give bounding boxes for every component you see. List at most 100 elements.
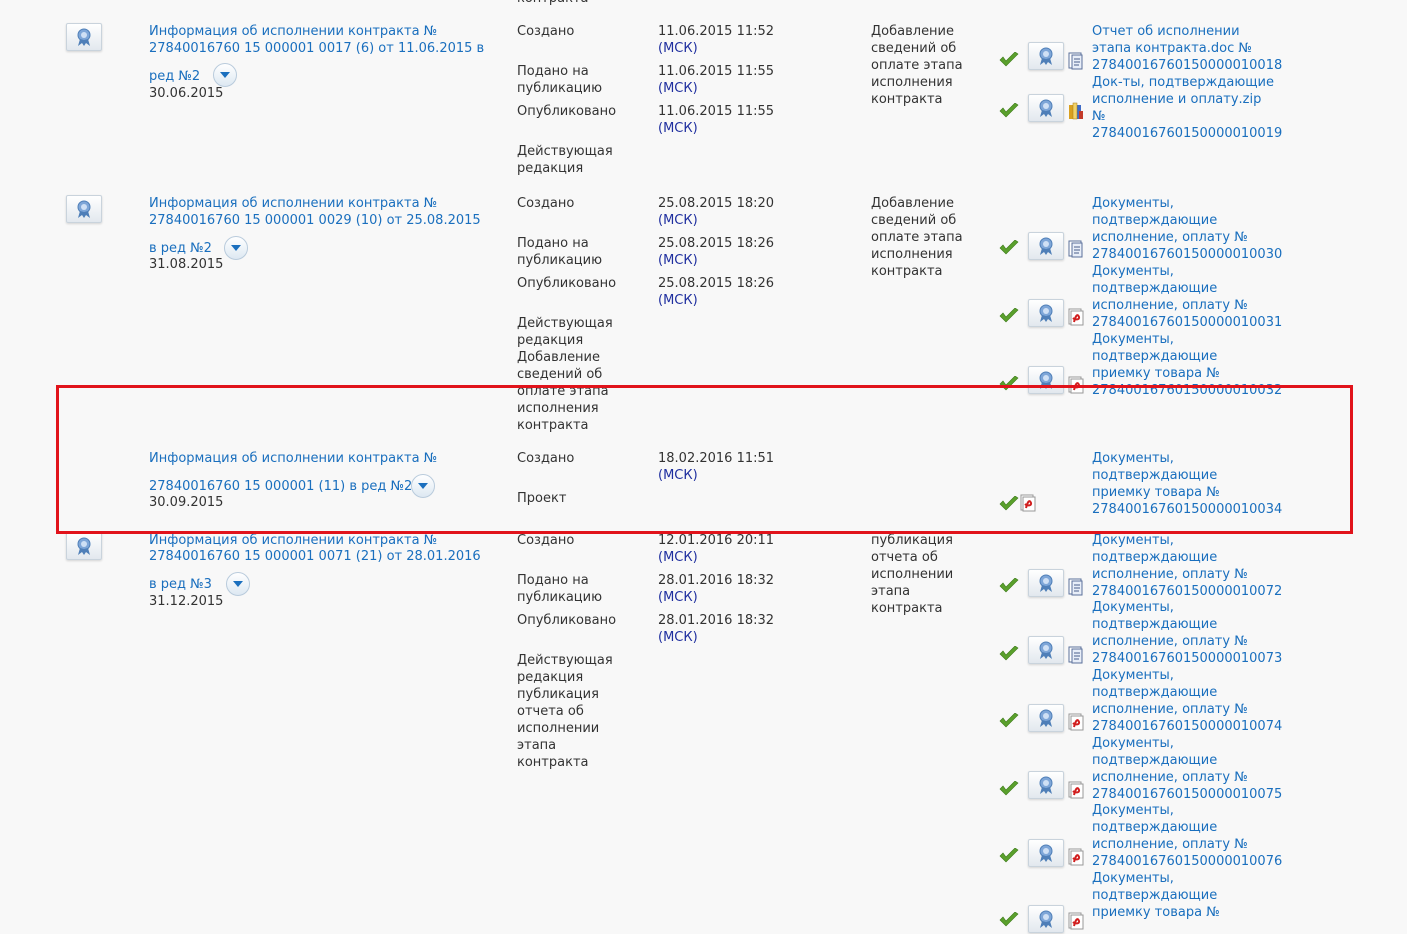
chevron-down-icon[interactable]	[226, 572, 250, 596]
status-label: Действующая редакция Добавление сведений…	[517, 316, 613, 433]
check-icon	[999, 51, 1019, 68]
status-time: 11.06.2015 11:52	[658, 24, 775, 39]
check-icon	[999, 102, 1019, 119]
signature-certificate-icon[interactable]	[1028, 905, 1064, 933]
certificate-icon[interactable]	[66, 23, 102, 51]
doc-icon[interactable]	[1068, 240, 1084, 258]
record-title-link[interactable]: 27840016760 15 000001 (11) в ред №2	[149, 478, 412, 495]
status-time: 11.06.2015 11:55	[658, 104, 775, 119]
document-link[interactable]: Документы, подтверждающие исполнение, оп…	[1092, 263, 1282, 331]
record-title-link[interactable]: 27840016760 15 000001 0029 (10) от 25.08…	[149, 212, 481, 229]
status-time: 28.01.2016 18:32	[658, 613, 775, 628]
revision-link[interactable]: ред №2	[149, 68, 200, 85]
record-title-link[interactable]: Информация об исполнении контракта №	[149, 450, 437, 467]
record-title-link[interactable]: 27840016760 15 000001 0017 (6) от 11.06.…	[149, 40, 484, 57]
check-icon	[999, 577, 1019, 594]
record-title-link[interactable]: Информация об исполнении контракта №	[149, 195, 437, 212]
doc-icon[interactable]	[1068, 578, 1084, 596]
revision-link[interactable]: в ред №2	[149, 240, 212, 257]
status-label: Проект	[517, 491, 567, 506]
document-link[interactable]: Док-ты, подтверждающие исполнение и опла…	[1092, 74, 1282, 142]
status-time: 28.01.2016 18:32	[658, 573, 775, 588]
pdf-icon[interactable]	[1068, 376, 1084, 394]
record-title-link[interactable]: Информация об исполнении контракта №	[149, 23, 437, 40]
signature-certificate-icon[interactable]	[1028, 42, 1064, 70]
signature-certificate-icon[interactable]	[1028, 839, 1064, 867]
status-time: 11.06.2015 11:55	[658, 64, 775, 79]
document-link[interactable]: Документы, подтверждающие исполнение, оп…	[1092, 532, 1282, 600]
timezone-label: (МСК)	[658, 253, 698, 268]
status-time: 25.08.2015 18:26	[658, 236, 775, 251]
check-icon	[999, 847, 1019, 864]
timezone-label: (МСК)	[658, 550, 698, 565]
record-title-link[interactable]: 27840016760 15 000001 0071 (21) от 28.01…	[149, 548, 481, 565]
status-time: 25.08.2015 18:26	[658, 276, 775, 291]
signature-certificate-icon[interactable]	[1028, 771, 1064, 799]
chevron-down-icon[interactable]	[213, 63, 237, 87]
status-label: Создано	[517, 196, 575, 211]
signature-certificate-icon[interactable]	[1028, 569, 1064, 597]
check-icon	[999, 375, 1019, 392]
change-reason: Добавление сведений об оплате этапа испо…	[871, 24, 963, 107]
document-link[interactable]: Документы, подтверждающие исполнение, оп…	[1092, 195, 1282, 263]
document-link[interactable]: Документы, подтверждающие приемку товара…	[1092, 870, 1274, 921]
doc-icon[interactable]	[1068, 52, 1084, 70]
archive-icon[interactable]	[1068, 102, 1084, 120]
check-icon	[999, 911, 1019, 928]
timezone-label: (МСК)	[658, 41, 698, 56]
status-label: Создано	[517, 24, 575, 39]
pdf-icon[interactable]	[1068, 713, 1084, 731]
check-icon	[999, 712, 1019, 729]
status-label: Действующая редакция публикация отчета о…	[517, 653, 613, 770]
document-link[interactable]: Документы, подтверждающие исполнение, оп…	[1092, 802, 1282, 870]
check-icon	[999, 307, 1019, 324]
check-icon	[999, 645, 1019, 662]
document-link[interactable]: Отчет об исполнении этапа контракта.doc …	[1092, 23, 1282, 74]
signature-certificate-icon[interactable]	[1028, 94, 1064, 122]
status-label: Подано на публикацию	[517, 573, 603, 605]
signature-certificate-icon[interactable]	[1028, 366, 1064, 394]
record-date: 30.09.2015	[149, 495, 224, 510]
status-label: Подано на публикацию	[517, 64, 603, 96]
document-link[interactable]: Документы, подтверждающие приемку товара…	[1092, 331, 1282, 399]
status-label: Опубликовано	[517, 613, 617, 628]
chevron-down-icon[interactable]	[411, 474, 435, 498]
document-link[interactable]: Документы, подтверждающие исполнение, оп…	[1092, 735, 1282, 803]
signature-certificate-icon[interactable]	[1028, 232, 1064, 260]
timezone-label: (МСК)	[658, 121, 698, 136]
status-time: 25.08.2015 18:20	[658, 196, 775, 211]
timezone-label: (МСК)	[658, 293, 698, 308]
status-time: 12.01.2016 20:11	[658, 533, 775, 548]
signature-certificate-icon[interactable]	[1028, 636, 1064, 664]
document-link[interactable]: Документы, подтверждающие исполнение, оп…	[1092, 667, 1282, 735]
doc-icon[interactable]	[1068, 646, 1084, 664]
check-icon	[999, 239, 1019, 256]
status-label: Создано	[517, 533, 575, 548]
change-reason: публикация отчета об исполнении этапа ко…	[871, 533, 954, 616]
check-icon	[999, 780, 1019, 797]
chevron-down-icon[interactable]	[224, 236, 248, 260]
status-label: Создано	[517, 451, 575, 466]
pdf-icon[interactable]	[1068, 308, 1084, 326]
timezone-label: (МСК)	[658, 81, 698, 96]
check-icon	[999, 495, 1019, 512]
record-date: 31.12.2015	[149, 594, 224, 609]
signature-certificate-icon[interactable]	[1028, 704, 1064, 732]
certificate-icon[interactable]	[66, 195, 102, 223]
status-time: 18.02.2016 11:51	[658, 451, 775, 466]
certificate-icon[interactable]	[66, 532, 102, 560]
pdf-icon[interactable]	[1068, 912, 1084, 930]
top-fragment-text: контракта	[517, 0, 589, 7]
timezone-label: (МСК)	[658, 590, 698, 605]
document-link[interactable]: Документы, подтверждающие приемку товара…	[1092, 450, 1282, 518]
revision-link[interactable]: в ред №3	[149, 576, 212, 593]
record-title-link[interactable]: Информация об исполнении контракта №	[149, 532, 437, 549]
document-link[interactable]: Документы, подтверждающие исполнение, оп…	[1092, 599, 1282, 667]
pdf-icon[interactable]	[1068, 781, 1084, 799]
status-label: Действующая редакция	[517, 144, 613, 176]
change-reason: Добавление сведений об оплате этапа испо…	[871, 196, 963, 279]
pdf-icon[interactable]	[1068, 848, 1084, 866]
timezone-label: (МСК)	[658, 213, 698, 228]
pdf-icon[interactable]	[1020, 494, 1036, 512]
signature-certificate-icon[interactable]	[1028, 299, 1064, 327]
